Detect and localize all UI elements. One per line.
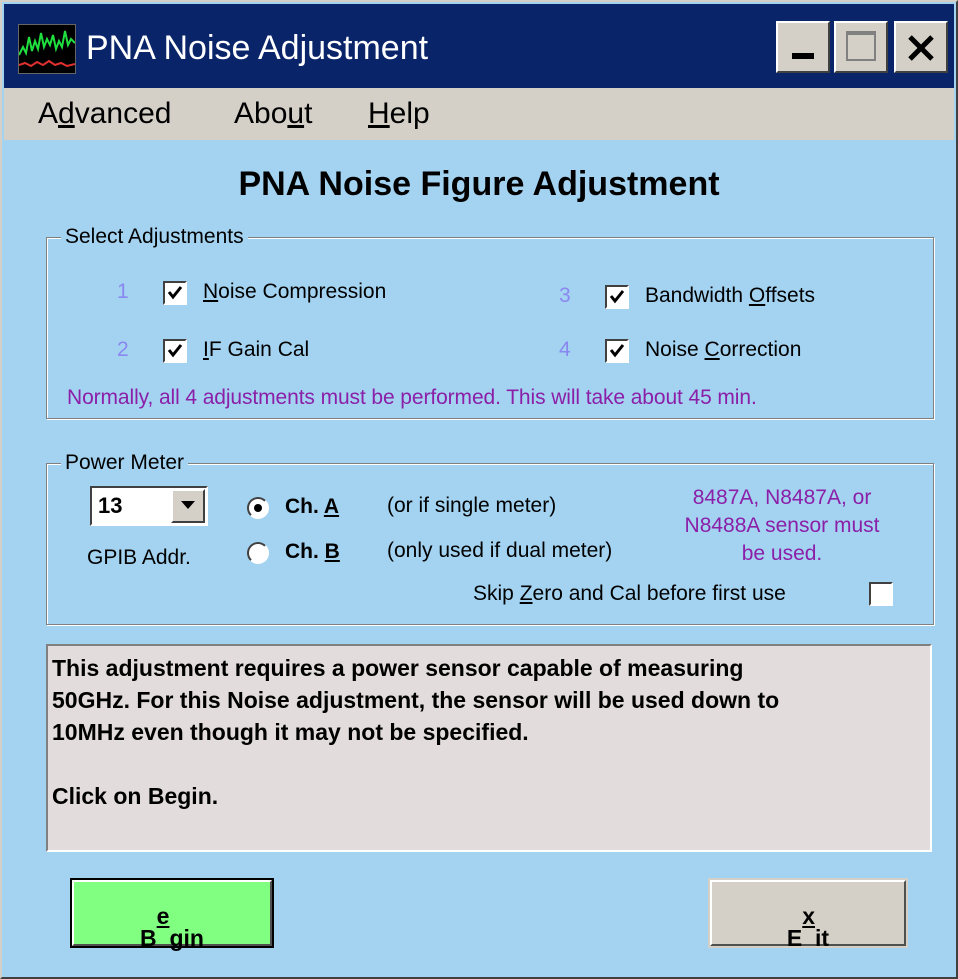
- message-line: This adjustment requires a power sensor …: [52, 655, 744, 681]
- group-label-power-meter: Power Meter: [61, 449, 189, 477]
- bandwidth-offsets-checkbox[interactable]: [605, 285, 629, 309]
- if-gain-cal-checkbox[interactable]: [163, 339, 187, 363]
- menu-bar: Advanced About Help: [4, 88, 954, 140]
- checkmark-icon: [167, 286, 183, 300]
- window-title: PNA Noise Adjustment: [86, 29, 429, 67]
- group-label-select-adjustments: Select Adjustments: [61, 223, 248, 251]
- gpib-address-select[interactable]: 13: [90, 486, 208, 526]
- gpib-address-label: GPIB Addr.: [87, 546, 191, 569]
- message-line: 50GHz. For this Noise adjustment, the se…: [52, 687, 780, 713]
- channel-b-radio[interactable]: [247, 542, 269, 564]
- maximize-icon: [846, 31, 876, 61]
- menu-advanced[interactable]: Advanced: [38, 94, 171, 134]
- maximize-button[interactable]: [834, 21, 888, 73]
- close-button[interactable]: [894, 21, 948, 73]
- app-spectrum-icon: [18, 24, 76, 74]
- app-window: PNA Noise Adjustment Advanced About Help…: [0, 0, 958, 979]
- gpib-address-value: 13: [98, 493, 123, 518]
- noise-compression-checkbox[interactable]: [163, 281, 187, 305]
- skip-zero-cal-label[interactable]: Skip Zero and Cal before first use: [473, 580, 786, 608]
- checkmark-icon: [609, 290, 625, 304]
- noise-compression-label[interactable]: Noise Compression: [203, 278, 386, 306]
- select-adjustments-group: Select Adjustments 1 Noise Compression 2…: [46, 223, 934, 419]
- minimize-icon: [792, 53, 814, 59]
- skip-zero-cal-checkbox[interactable]: [869, 582, 893, 606]
- adjustments-note: Normally, all 4 adjustments must be perf…: [67, 386, 757, 409]
- channel-a-description: (or if single meter): [387, 494, 557, 517]
- adjustment-number: 3: [559, 284, 571, 307]
- if-gain-cal-label[interactable]: IF Gain Cal: [203, 336, 309, 364]
- close-icon: [908, 35, 934, 61]
- title-bar[interactable]: PNA Noise Adjustment: [4, 4, 954, 88]
- sensor-note: 8487A, N8487A, or N8488A sensor must be …: [684, 486, 880, 565]
- checkmark-icon: [609, 344, 625, 358]
- adjustment-number: 1: [117, 280, 129, 303]
- adjustment-number: 4: [559, 338, 571, 361]
- menu-help[interactable]: Help: [368, 94, 430, 134]
- channel-b-description: (only used if dual meter): [387, 539, 613, 562]
- page-title: PNA Noise Figure Adjustment: [238, 165, 720, 203]
- minimize-button[interactable]: [776, 21, 830, 73]
- noise-correction-checkbox[interactable]: [605, 339, 629, 363]
- message-line: Click on Begin.: [52, 783, 219, 809]
- begin-button-label: Begin: [140, 903, 204, 951]
- channel-a-label[interactable]: Ch. A: [285, 493, 339, 521]
- noise-correction-label[interactable]: Noise Correction: [645, 336, 801, 364]
- message-line: 10MHz even though it may not be specifie…: [52, 719, 529, 745]
- exit-button[interactable]: Exit: [708, 878, 908, 951]
- message-line: [52, 748, 926, 780]
- exit-button-label: Exit: [786, 903, 830, 951]
- channel-a-radio[interactable]: [247, 497, 269, 519]
- radio-selected-dot: [254, 504, 262, 512]
- dropdown-button[interactable]: [171, 489, 205, 523]
- instructions-message: This adjustment requires a power sensor …: [46, 644, 932, 852]
- channel-b-label[interactable]: Ch. B: [285, 538, 340, 566]
- adjustment-number: 2: [117, 338, 129, 361]
- begin-button[interactable]: Begin: [70, 878, 274, 951]
- chevron-down-icon: [181, 501, 195, 509]
- checkmark-icon: [167, 344, 183, 358]
- menu-about[interactable]: About: [234, 94, 312, 134]
- bandwidth-offsets-label[interactable]: Bandwidth Offsets: [645, 282, 815, 310]
